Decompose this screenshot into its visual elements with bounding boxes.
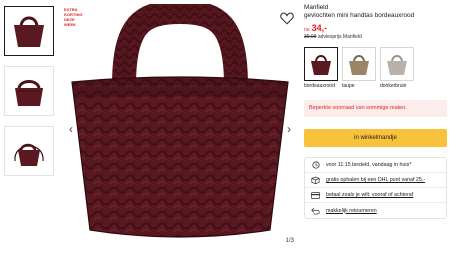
brand-name[interactable]: Manfield (304, 4, 447, 12)
return-icon (311, 207, 320, 215)
thumbnail-3[interactable] (4, 126, 54, 176)
usp-text: voor 11:15 besteld, vandaag in huis* (326, 162, 412, 168)
bag-thumbnail-image (14, 16, 44, 47)
bag-variant-image (311, 55, 331, 75)
handbag-photo (71, 4, 289, 238)
variant-image (342, 47, 376, 81)
color-variant-list: bordeauxrood taupe donkerbruin (304, 47, 447, 89)
advice-price-label: adviesprijs Manfield (317, 34, 362, 40)
product-main-image: EXTRA KORTING DEZE WEEK ‹ › 1/3 (62, 4, 298, 252)
thumbnail-list (4, 6, 56, 186)
variant-label: taupe (342, 83, 355, 89)
variant-label: donkerbruin (380, 83, 407, 89)
usp-returns[interactable]: makkelijk retourneren (305, 203, 446, 218)
thumbnail-1[interactable] (4, 6, 54, 56)
image-counter: 1/3 (285, 238, 294, 244)
bag-variant-image (387, 55, 407, 75)
advice-price-row: 39,99 adviesprijs Manfield (304, 34, 447, 40)
variant-bordeauxrood[interactable]: bordeauxrood (304, 47, 338, 89)
usp-text[interactable]: gratis ophalen bij een DHL punt vanaf 25… (326, 177, 425, 183)
advice-price: 39,99 (304, 34, 317, 40)
variant-taupe[interactable]: taupe (342, 47, 376, 89)
usp-pickup[interactable]: gratis ophalen bij een DHL punt vanaf 25… (305, 173, 446, 188)
price-prefix: nu (304, 27, 310, 33)
variant-donkerbruin[interactable]: donkerbruin (380, 47, 414, 89)
price-row: nu 34,- (304, 23, 447, 33)
usp-payment[interactable]: betaal zoals je wilt: vooraf of achteraf (305, 188, 446, 203)
thumbnail-2[interactable] (4, 66, 54, 116)
variant-label: bordeauxrood (304, 83, 335, 89)
bag-strap-thumbnail-image (14, 143, 44, 166)
product-title: gevlochten mini handtas bordeauxrood (304, 12, 415, 19)
package-icon (311, 176, 320, 184)
variant-image (304, 47, 338, 81)
usp-text[interactable]: betaal zoals je wilt: vooraf of achteraf (326, 192, 413, 198)
usp-delivery: voor 11:15 besteld, vandaag in huis* (305, 158, 446, 173)
bag-variant-image (349, 55, 369, 75)
add-to-cart-button[interactable]: in winkelmandje (304, 129, 447, 147)
product-info-panel: Manfield gevlochten mini handtas bordeau… (304, 4, 447, 219)
bag-side-thumbnail-image (15, 80, 43, 106)
current-price: 34,- (311, 23, 328, 33)
usp-text[interactable]: makkelijk retourneren (326, 208, 377, 214)
variant-image (380, 47, 414, 81)
clock-icon (311, 161, 320, 169)
stock-notice: Beperkte voorraad van sommige maten. (304, 100, 447, 117)
usp-list: voor 11:15 besteld, vandaag in huis* gra… (304, 157, 447, 219)
card-icon (311, 191, 320, 199)
